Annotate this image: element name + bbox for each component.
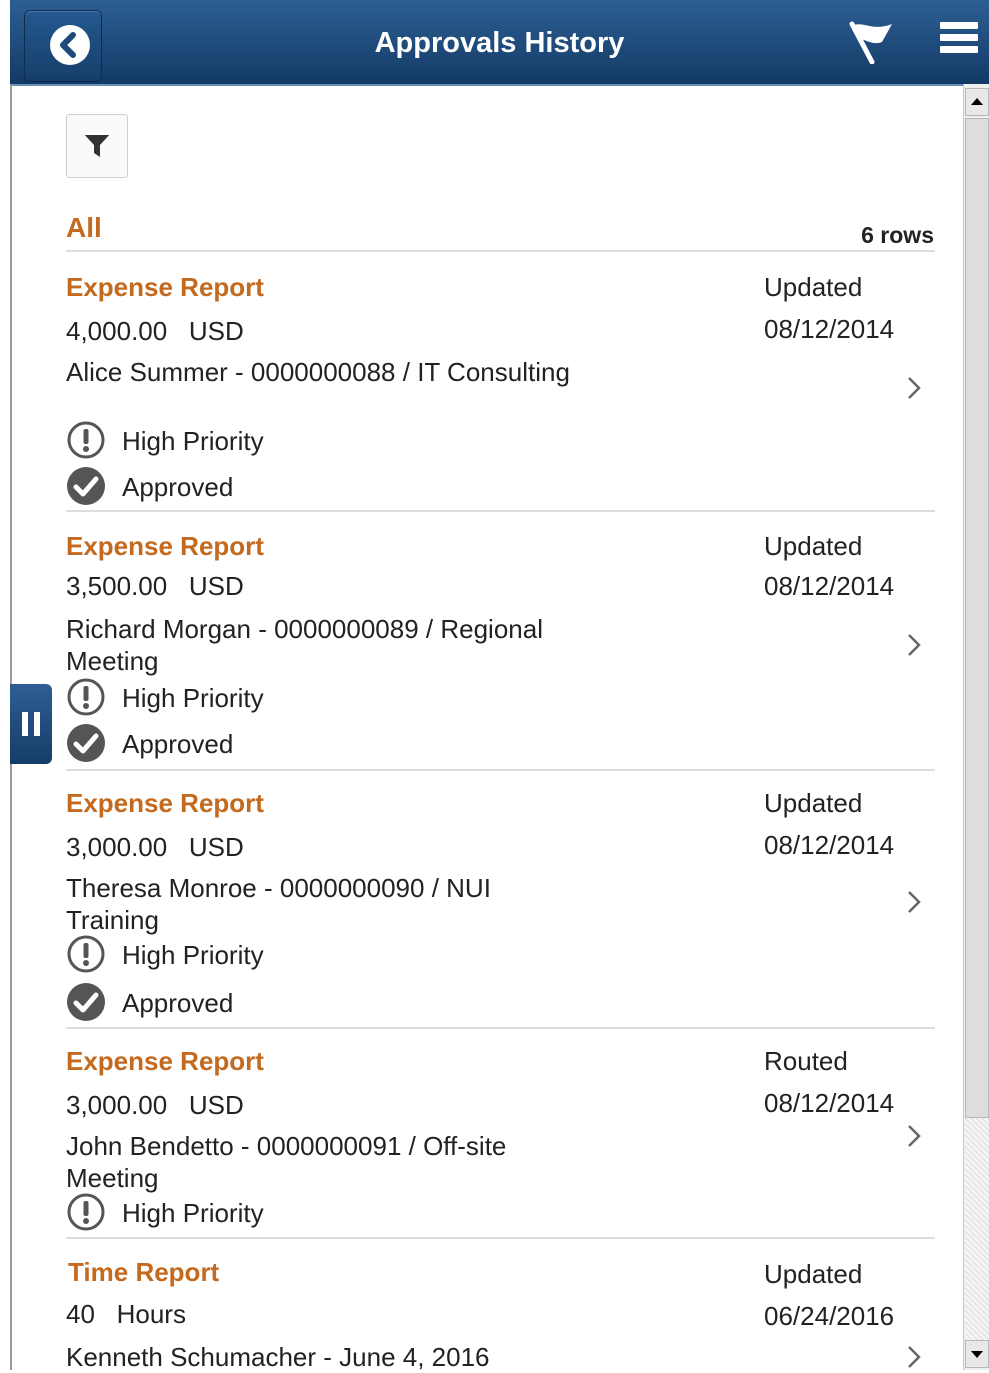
scroll-up-button[interactable] bbox=[965, 88, 989, 116]
item-amount: 3,500.00 USD bbox=[66, 571, 244, 601]
divider bbox=[66, 769, 935, 771]
divider bbox=[66, 250, 935, 252]
item-description: John Bendetto - 0000000091 / Off-site Me… bbox=[66, 1131, 507, 1193]
item-action: Updated bbox=[764, 531, 863, 561]
item-date: 06/24/2016 bbox=[764, 1301, 895, 1331]
item-date: 08/12/2014 bbox=[764, 1088, 895, 1118]
check-circle-icon bbox=[67, 724, 105, 762]
flag-icon[interactable] bbox=[848, 20, 894, 65]
item-amount: 3,000.00 USD bbox=[66, 832, 244, 862]
scroll-down-button[interactable] bbox=[965, 1340, 989, 1368]
item-title: Expense Report bbox=[66, 1046, 264, 1076]
filter-button[interactable] bbox=[66, 114, 128, 178]
item-action: Updated bbox=[764, 1259, 863, 1289]
divider bbox=[66, 1237, 935, 1239]
header-bar: Approvals History bbox=[10, 0, 989, 86]
item-title: Expense Report bbox=[66, 788, 264, 818]
list-item[interactable]: Expense Report 3,500.00 USD Richard Morg… bbox=[66, 531, 935, 771]
item-description: Richard Morgan - 0000000089 / Regional M… bbox=[66, 614, 543, 676]
list-item[interactable]: Expense Report 3,000.00 USD Theresa Monr… bbox=[66, 788, 935, 1029]
exclamation-circle-icon bbox=[67, 421, 105, 459]
side-panel-toggle-button[interactable] bbox=[10, 684, 52, 764]
exclamation-circle-icon bbox=[67, 1193, 105, 1231]
item-date: 08/12/2014 bbox=[764, 571, 895, 601]
page-title: Approvals History bbox=[374, 27, 625, 59]
pause-icon bbox=[22, 712, 28, 736]
item-action: Updated bbox=[764, 272, 863, 302]
scroll-track[interactable] bbox=[965, 1118, 989, 1340]
divider bbox=[66, 510, 935, 512]
list-item[interactable]: Expense Report 4,000.00 USD Alice Summer… bbox=[66, 272, 935, 512]
chevron-right-icon bbox=[908, 1346, 921, 1368]
item-description: Kenneth Schumacher - June 4, 2016 bbox=[66, 1342, 490, 1372]
check-circle-icon bbox=[67, 983, 105, 1021]
item-title: Expense Report bbox=[66, 272, 264, 302]
item-amount: 40 Hours bbox=[66, 1299, 186, 1329]
item-action: Updated bbox=[764, 788, 863, 818]
item-amount: 3,000.00 USD bbox=[66, 1090, 244, 1120]
divider bbox=[66, 1027, 935, 1029]
list-item[interactable]: Time Report 40 Hours Kenneth Schumacher … bbox=[66, 1257, 935, 1372]
chevron-right-icon bbox=[908, 634, 921, 656]
item-description: Theresa Monroe - 0000000090 / NUI Traini… bbox=[66, 873, 491, 935]
vertical-scrollbar[interactable] bbox=[963, 84, 989, 1370]
item-amount: 4,000.00 USD bbox=[66, 316, 244, 346]
hamburger-menu-icon[interactable] bbox=[940, 22, 978, 60]
chevron-right-icon bbox=[908, 1125, 921, 1147]
row-count: 6 rows bbox=[861, 222, 934, 248]
item-date: 08/12/2014 bbox=[764, 314, 895, 344]
list-item[interactable]: Expense Report 3,000.00 USD John Bendett… bbox=[66, 1046, 935, 1239]
check-circle-icon bbox=[67, 467, 105, 505]
item-date: 08/12/2014 bbox=[764, 830, 895, 860]
item-description: Alice Summer - 0000000088 / IT Consultin… bbox=[66, 357, 570, 387]
exclamation-circle-icon bbox=[67, 935, 105, 973]
exclamation-circle-icon bbox=[67, 678, 105, 716]
chevron-right-icon bbox=[908, 377, 921, 399]
item-title: Time Report bbox=[68, 1257, 220, 1287]
filter-icon bbox=[83, 132, 111, 157]
scroll-thumb[interactable] bbox=[965, 118, 989, 1118]
group-title: All bbox=[66, 212, 102, 243]
chevron-right-icon bbox=[908, 891, 921, 913]
pause-icon bbox=[34, 712, 40, 736]
item-action: Routed bbox=[764, 1046, 848, 1076]
item-title: Expense Report bbox=[66, 531, 264, 561]
